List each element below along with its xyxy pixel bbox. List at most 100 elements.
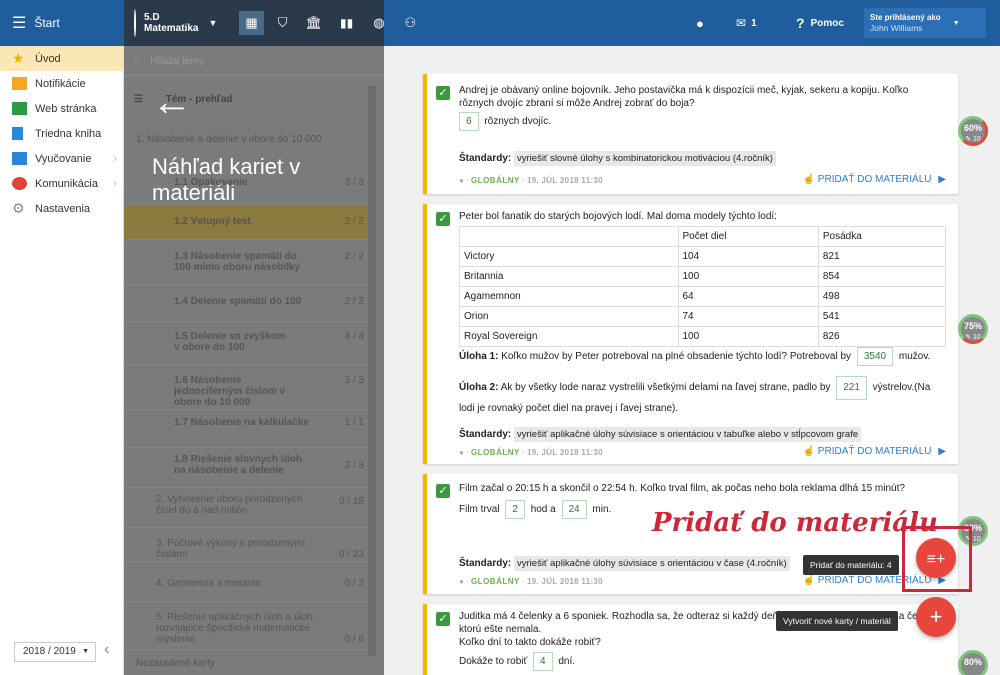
globe-icon[interactable]: ◍ [373,15,384,31]
chapter-item[interactable]: 4. Geometria a meranie 0 / 2 [124,572,368,602]
tag-icon: ● [459,448,464,457]
chapter-label: 1.6 Násobenie jednociferným číslom v obo… [174,375,286,408]
table-cell: Britannia [459,266,679,287]
chapter-item[interactable]: Nezaradené karty [124,658,368,669]
standards-row: Štandardy: vyriešiť slovné úlohy s kombi… [459,151,946,166]
chapter-item[interactable]: 1.5 Delenie so zvyškom v obore do 100 4 /… [124,326,368,366]
answer-box-hours[interactable]: 2 [505,500,525,519]
envelope-icon [12,77,27,90]
class-selector[interactable]: 5.D Matematika ▼ ▦ ⛉ 🏛︎ ▮▮ ◍ ⚇ [124,0,416,46]
chapter-item[interactable]: 1.6 Násobenie jednociferným číslom v obo… [124,370,368,410]
chapter-item[interactable]: 3. Počtové výkony s prirodzenými číslami… [124,532,368,562]
messages-button[interactable]: ✉ 1 [736,0,757,46]
book-icon [12,127,23,140]
chapter-item[interactable]: 1.4 Delenie spamäti do 100 2 / 2 [124,286,368,322]
answer-line: Dokáže to robiť 4 dní. [459,652,946,671]
sidebar-item-komunikacia[interactable]: Komunikácia › [0,171,123,196]
question-card[interactable]: ✓ Peter bol fanatik do starých bojových … [423,204,958,464]
back-arrow-icon[interactable]: ← [152,82,192,122]
answer-box-minutes[interactable]: 24 [561,500,587,519]
table-cell: 498 [817,286,947,307]
card-meta: ● · GLOBÁLNY · 19. JÚL 2018 11:30 [459,577,603,586]
user-menu[interactable]: Ste prihlásený ako John Williams ▼ [864,8,986,38]
run-icon[interactable]: ⚇ [405,15,417,31]
checkbox-icon[interactable]: ✓ [436,86,450,100]
chat-icon [12,177,27,190]
attempts-value: 10 [973,536,981,543]
tooltip-new: Vytvoriť nové karty / materiál [776,611,898,631]
add-to-material-button[interactable]: ☝ PRIDAŤ DO MATERIÁLU ▶ [803,446,946,457]
answer-prefix: Dokáže to robiť [459,656,528,667]
checkbox-icon[interactable]: ✓ [436,484,450,498]
add-label: PRIDAŤ DO MATERIÁLU [817,446,932,457]
checkbox-icon[interactable]: ✓ [436,212,450,226]
answer-box[interactable]: 4 [533,652,553,671]
answer-box[interactable]: 221 [836,376,867,400]
cards-icon[interactable]: ▦ [239,11,264,35]
year-select[interactable]: 2018 / 2019 ▼ [14,642,96,662]
sidebar-item-web-stranka[interactable]: Web stránka [0,96,123,121]
chapter-item[interactable]: 5. Riešenie aplikačných úloh a úloh rozv… [124,610,368,650]
chapter-search[interactable]: ⌕ Hľadaj témy [124,46,384,76]
help-label: Pomoc [810,17,844,29]
chapter-item[interactable]: 1.7 Násobenie na kalkulačke 1 / 1 [124,412,368,448]
chapter-item[interactable]: 1.1 Opakovanie 3 / 3 [124,164,368,204]
task-1: Úloha 1: Koľko mužov by Peter potreboval… [459,347,946,366]
collapse-sidebar-icon[interactable]: ‹ [104,641,109,659]
answer-box[interactable]: 6 [459,112,479,131]
create-new-fab[interactable]: + [916,597,956,637]
play-icon: ▶ [938,174,946,185]
chapter-item[interactable]: 1. Násobenie a delenie v obore do 10 000 [124,134,368,145]
sidebar-item-triedna-kniha[interactable]: Triedna kniha [0,121,123,146]
add-to-material-fab[interactable]: ≡+ [916,538,956,578]
chapter-label: 1.5 Delenie so zvyškom v obore do 100 [174,331,286,353]
task-label: Úloha 2: [459,382,499,393]
help-button[interactable]: ? Pomoc [796,0,844,46]
card-date: 19. JÚL 2018 11:30 [526,176,603,185]
chapter-item[interactable]: 2. Vytvorenie oboru prirodzených čísel d… [124,490,368,528]
sidebar-item-uvod[interactable]: ★ Úvod [0,46,123,71]
chapter-count: 1 / 1 [344,417,364,428]
question-text: Andrej je obávaný online bojovník. Jeho … [459,85,909,109]
gear-icon: ⚙ [12,200,25,216]
checkbox-icon[interactable]: ✓ [436,612,450,626]
sidebar-item-vyucovanie[interactable]: Vyučovanie › [0,146,123,171]
chevron-right-icon: › [113,152,117,165]
table-row: Agamemnon 64 498 [459,286,947,307]
add-to-material-button[interactable]: ☝ PRIDAŤ DO MATERIÁLU ▶ [803,174,946,185]
chapter-item[interactable]: 1.3 Násobenie spamäti do 100 mimo oboru … [124,246,368,286]
envelope-icon: ✉ [736,16,747,30]
chapter-label: 4. Geometria a meranie [156,578,262,589]
institution-icon[interactable]: 🏛︎ [305,15,322,31]
success-rate: 60% [963,123,982,133]
chapter-count: 0 / 23 [338,549,364,560]
start-menu-button[interactable]: ☰ Štart [0,0,124,46]
attempts-count: ✎ 10 [965,136,981,143]
chapter-item-selected[interactable]: 1.2 Vstupný test 2 / 2 [124,206,368,240]
chapter-item[interactable]: 1.8 Riešenie slovných úloh na násobenie … [124,452,368,488]
bar-chart-icon[interactable]: ▮▮ [340,16,353,30]
class-name: 5.D [144,12,160,23]
sidebar-item-notifikacie[interactable]: Notifikácie [0,71,123,96]
playlist-add-icon: ≡+ [926,551,946,568]
sidebar-item-label: Notifikácie [35,77,86,90]
ships-table: Počet diel Posádka Victory 104 821 Britann… [459,226,947,347]
sidebar-item-nastavenia[interactable]: ⚙ Nastavenia [0,196,123,221]
attempts-value: 10 [973,136,981,143]
play-icon: ▶ [938,446,946,457]
standards-value: vyriešiť slovné úlohy s kombinatorickou … [514,151,776,166]
question-card[interactable]: ✓ Andrej je obávaný online bojovník. Jeh… [423,74,958,194]
task-text: Ak by všetky lode naraz vystrelili všetk… [500,382,831,393]
chat-button[interactable]: ● [696,0,704,46]
chevron-down-icon: ▼ [208,18,218,28]
scrollbar[interactable] [368,86,376,656]
table-header [459,226,679,247]
hamburger-icon: ☰ [12,15,27,32]
task-label: Úloha 1: [459,351,499,362]
chapter-label: 1.2 Vstupný test [174,216,251,227]
thumb-icon: ☝ [802,575,816,586]
answer-box[interactable]: 3540 [856,347,894,366]
task-text: Koľko mužov by Peter potreboval na plné … [501,351,852,362]
chapter-count: 2 / 2 [344,251,364,262]
shield-icon[interactable]: ⛉ [278,15,288,31]
